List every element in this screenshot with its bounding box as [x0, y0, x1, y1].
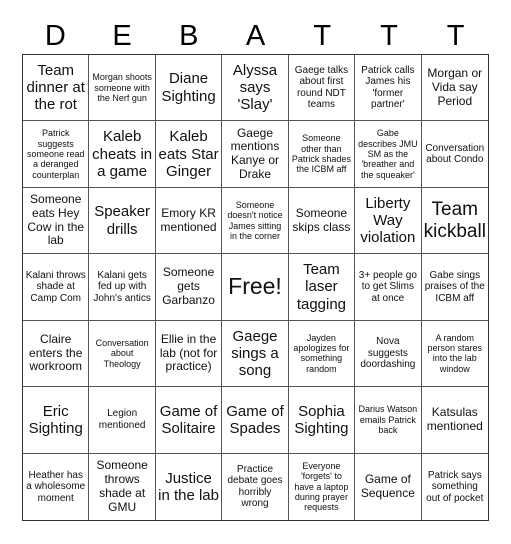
bingo-grid: Team dinner at the rot Morgan shoots som…: [22, 54, 489, 521]
bingo-cell[interactable]: Eric Sighting: [23, 387, 90, 454]
bingo-cell[interactable]: Patrick calls James his 'former partner': [355, 55, 422, 122]
bingo-cell[interactable]: Kaleb eats Star Ginger: [155, 121, 223, 188]
bingo-cell[interactable]: Gaege mentions Kanye or Drake: [222, 121, 289, 188]
bingo-cell[interactable]: Someone throws shade at GMU: [89, 453, 156, 520]
header-letter: T: [313, 20, 332, 52]
bingo-cell[interactable]: Kalani gets fed up with John's antics: [89, 254, 156, 321]
bingo-cell[interactable]: Ellie in the lab (not for practice): [155, 320, 223, 388]
bingo-cell[interactable]: Game of Sequence: [355, 453, 422, 520]
bingo-cell[interactable]: Gaege sings a song: [222, 320, 289, 388]
bingo-cell[interactable]: Practice debate goes horribly wrong: [222, 453, 289, 520]
bingo-cell[interactable]: Conversation about Condo: [421, 121, 488, 188]
bingo-cell[interactable]: Gabe describes JMU SM as the 'breather a…: [355, 121, 422, 188]
header-letter: E: [112, 20, 132, 52]
bingo-cell[interactable]: Morgan or Vida say Period: [421, 55, 488, 122]
bingo-cell[interactable]: Someone eats Hey Cow in the lab: [23, 187, 90, 255]
bingo-cell[interactable]: Gaege talks about first round NDT teams: [288, 55, 356, 122]
header-letter: T: [380, 20, 398, 52]
bingo-cell[interactable]: Everyone 'forgets' to have a laptop duri…: [289, 453, 356, 520]
bingo-cell[interactable]: Katsulas mentioned: [421, 387, 488, 454]
bingo-cell[interactable]: Kaleb cheats in a game: [89, 121, 156, 188]
bingo-cell[interactable]: Kalani throws shade at Camp Com: [23, 254, 90, 321]
bingo-cell[interactable]: Someone other than Patrick shades the IC…: [288, 121, 356, 188]
bingo-cell[interactable]: Team laser tagging: [288, 254, 356, 321]
free-space[interactable]: Free!: [222, 254, 289, 321]
header-letter: D: [44, 20, 66, 52]
bingo-cell[interactable]: Claire enters the workroom: [23, 320, 90, 388]
bingo-cell[interactable]: Sophia Sighting: [288, 387, 356, 454]
bingo-cell[interactable]: Nova suggests doordashing: [355, 320, 422, 388]
bingo-cell[interactable]: 3+ people go to get Slims at once: [355, 254, 422, 321]
bingo-cell[interactable]: Someone gets Garbanzo: [155, 254, 223, 321]
bingo-cell[interactable]: Conversation about Theology: [89, 320, 156, 388]
bingo-cell[interactable]: A random person stares into the lab wind…: [421, 321, 488, 388]
bingo-cell[interactable]: Heather has a wholesome moment: [23, 453, 90, 520]
header-letter: T: [446, 20, 465, 52]
bingo-cell[interactable]: Diane Sighting: [155, 55, 223, 122]
bingo-cell[interactable]: Team kickball: [421, 188, 488, 255]
bingo-cell[interactable]: Someone skips class: [288, 187, 356, 255]
bingo-cell[interactable]: Game of Spades: [222, 387, 289, 454]
bingo-cell[interactable]: Jayden apologizes for something random: [288, 320, 356, 388]
bingo-cell[interactable]: Justice in the lab: [156, 453, 223, 520]
bingo-cell[interactable]: Patrick says something out of pocket: [422, 454, 488, 520]
bingo-cell[interactable]: Team dinner at the rot: [23, 55, 90, 122]
bingo-cell[interactable]: Gabe sings praises of the ICBM aff: [421, 254, 488, 321]
bingo-header: D E B A T T T: [22, 18, 489, 54]
bingo-cell[interactable]: Game of Solitaire: [155, 387, 223, 454]
bingo-cell[interactable]: Darius Watson emails Patrick back: [355, 387, 422, 454]
bingo-cell[interactable]: Legion mentioned: [89, 387, 156, 454]
bingo-cell[interactable]: Alyssa says 'Slay': [222, 55, 289, 122]
bingo-cell[interactable]: Patrick suggests someone read a deranged…: [23, 121, 90, 188]
bingo-cell[interactable]: Speaker drills: [89, 187, 156, 255]
bingo-cell[interactable]: Emory KR mentioned: [155, 187, 223, 255]
bingo-cell[interactable]: Morgan shoots someone with the Nerf gun: [89, 55, 156, 122]
header-letter: A: [245, 20, 266, 52]
bingo-cell[interactable]: Someone doesn't notice James sitting in …: [222, 187, 289, 255]
bingo-cell[interactable]: Liberty Way violation: [355, 187, 422, 255]
header-letter: B: [179, 20, 199, 52]
